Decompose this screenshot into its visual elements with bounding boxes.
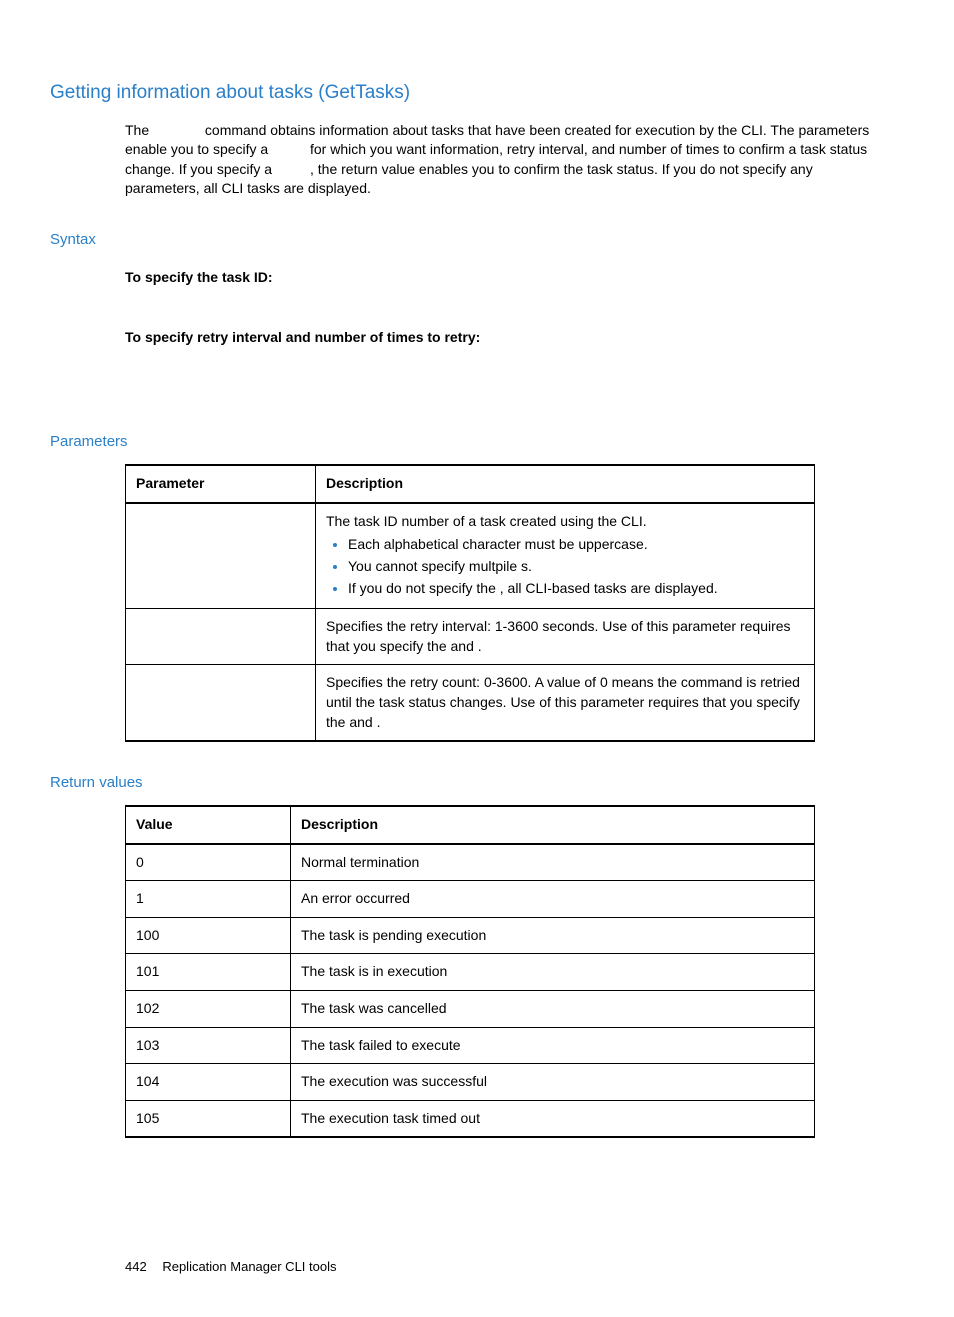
param-cell: [126, 609, 316, 665]
desc-cell: The task is in execution: [291, 954, 815, 991]
table-row: 100 The task is pending execution: [126, 917, 815, 954]
table-row: 1 An error occurred: [126, 881, 815, 918]
table-row: 105 The execution task timed out: [126, 1100, 815, 1137]
table-row: 104 The execution was successful: [126, 1064, 815, 1101]
table-row: 103 The task failed to execute: [126, 1027, 815, 1064]
table-row: Specifies the retry interval: 1-3600 sec…: [126, 609, 815, 665]
value-cell: 0: [126, 844, 291, 881]
desc-cell: The task ID number of a task created usi…: [316, 503, 815, 609]
desc-cell: The execution was successful: [291, 1064, 815, 1101]
desc-intro: The task ID number of a task created usi…: [326, 513, 647, 529]
syntax-label-taskid: To specify the task ID:: [125, 268, 904, 288]
desc-cell: The task was cancelled: [291, 991, 815, 1028]
page-footer: 442 Replication Manager CLI tools: [125, 1258, 904, 1276]
desc-cell: Specifies the retry interval: 1-3600 sec…: [316, 609, 815, 665]
table-row: The task ID number of a task created usi…: [126, 503, 815, 609]
desc-cell: The task failed to execute: [291, 1027, 815, 1064]
parameters-heading: Parameters: [50, 431, 904, 452]
desc-cell: Normal termination: [291, 844, 815, 881]
desc-cell: The execution task timed out: [291, 1100, 815, 1137]
value-cell: 100: [126, 917, 291, 954]
page-title: Getting information about tasks (GetTask…: [50, 80, 904, 107]
list-item: Each alphabetical character must be uppe…: [348, 535, 804, 555]
value-cell: 102: [126, 991, 291, 1028]
list-item: You cannot specify multpile s.: [348, 557, 804, 577]
parameters-col-parameter: Parameter: [126, 465, 316, 503]
table-row: 102 The task was cancelled: [126, 991, 815, 1028]
table-row: 101 The task is in execution: [126, 954, 815, 991]
return-values-table: Value Description 0 Normal termination 1…: [125, 805, 815, 1138]
value-cell: 103: [126, 1027, 291, 1064]
list-item: If you do not specify the , all CLI-base…: [348, 579, 804, 599]
desc-cell: An error occurred: [291, 881, 815, 918]
syntax-label-retry: To specify retry interval and number of …: [125, 328, 904, 348]
desc-bullet-list: Each alphabetical character must be uppe…: [326, 535, 804, 598]
return-values-heading: Return values: [50, 772, 904, 793]
table-header-row: Value Description: [126, 806, 815, 844]
intro-text-a: The: [125, 122, 153, 138]
footer-title: Replication Manager CLI tools: [162, 1259, 336, 1274]
desc-cell: The task is pending execution: [291, 917, 815, 954]
param-cell: [126, 665, 316, 741]
table-header-row: Parameter Description: [126, 465, 815, 503]
intro-paragraph: The command obtains information about ta…: [125, 121, 889, 199]
value-cell: 101: [126, 954, 291, 991]
desc-cell: Specifies the retry count: 0-3600. A val…: [316, 665, 815, 741]
parameters-col-description: Description: [316, 465, 815, 503]
param-cell: [126, 503, 316, 609]
parameters-table: Parameter Description The task ID number…: [125, 464, 815, 742]
table-row: Specifies the retry count: 0-3600. A val…: [126, 665, 815, 741]
return-values-col-description: Description: [291, 806, 815, 844]
return-values-col-value: Value: [126, 806, 291, 844]
footer-page-number: 442: [125, 1259, 147, 1274]
value-cell: 104: [126, 1064, 291, 1101]
syntax-heading: Syntax: [50, 229, 904, 250]
value-cell: 105: [126, 1100, 291, 1137]
table-row: 0 Normal termination: [126, 844, 815, 881]
value-cell: 1: [126, 881, 291, 918]
